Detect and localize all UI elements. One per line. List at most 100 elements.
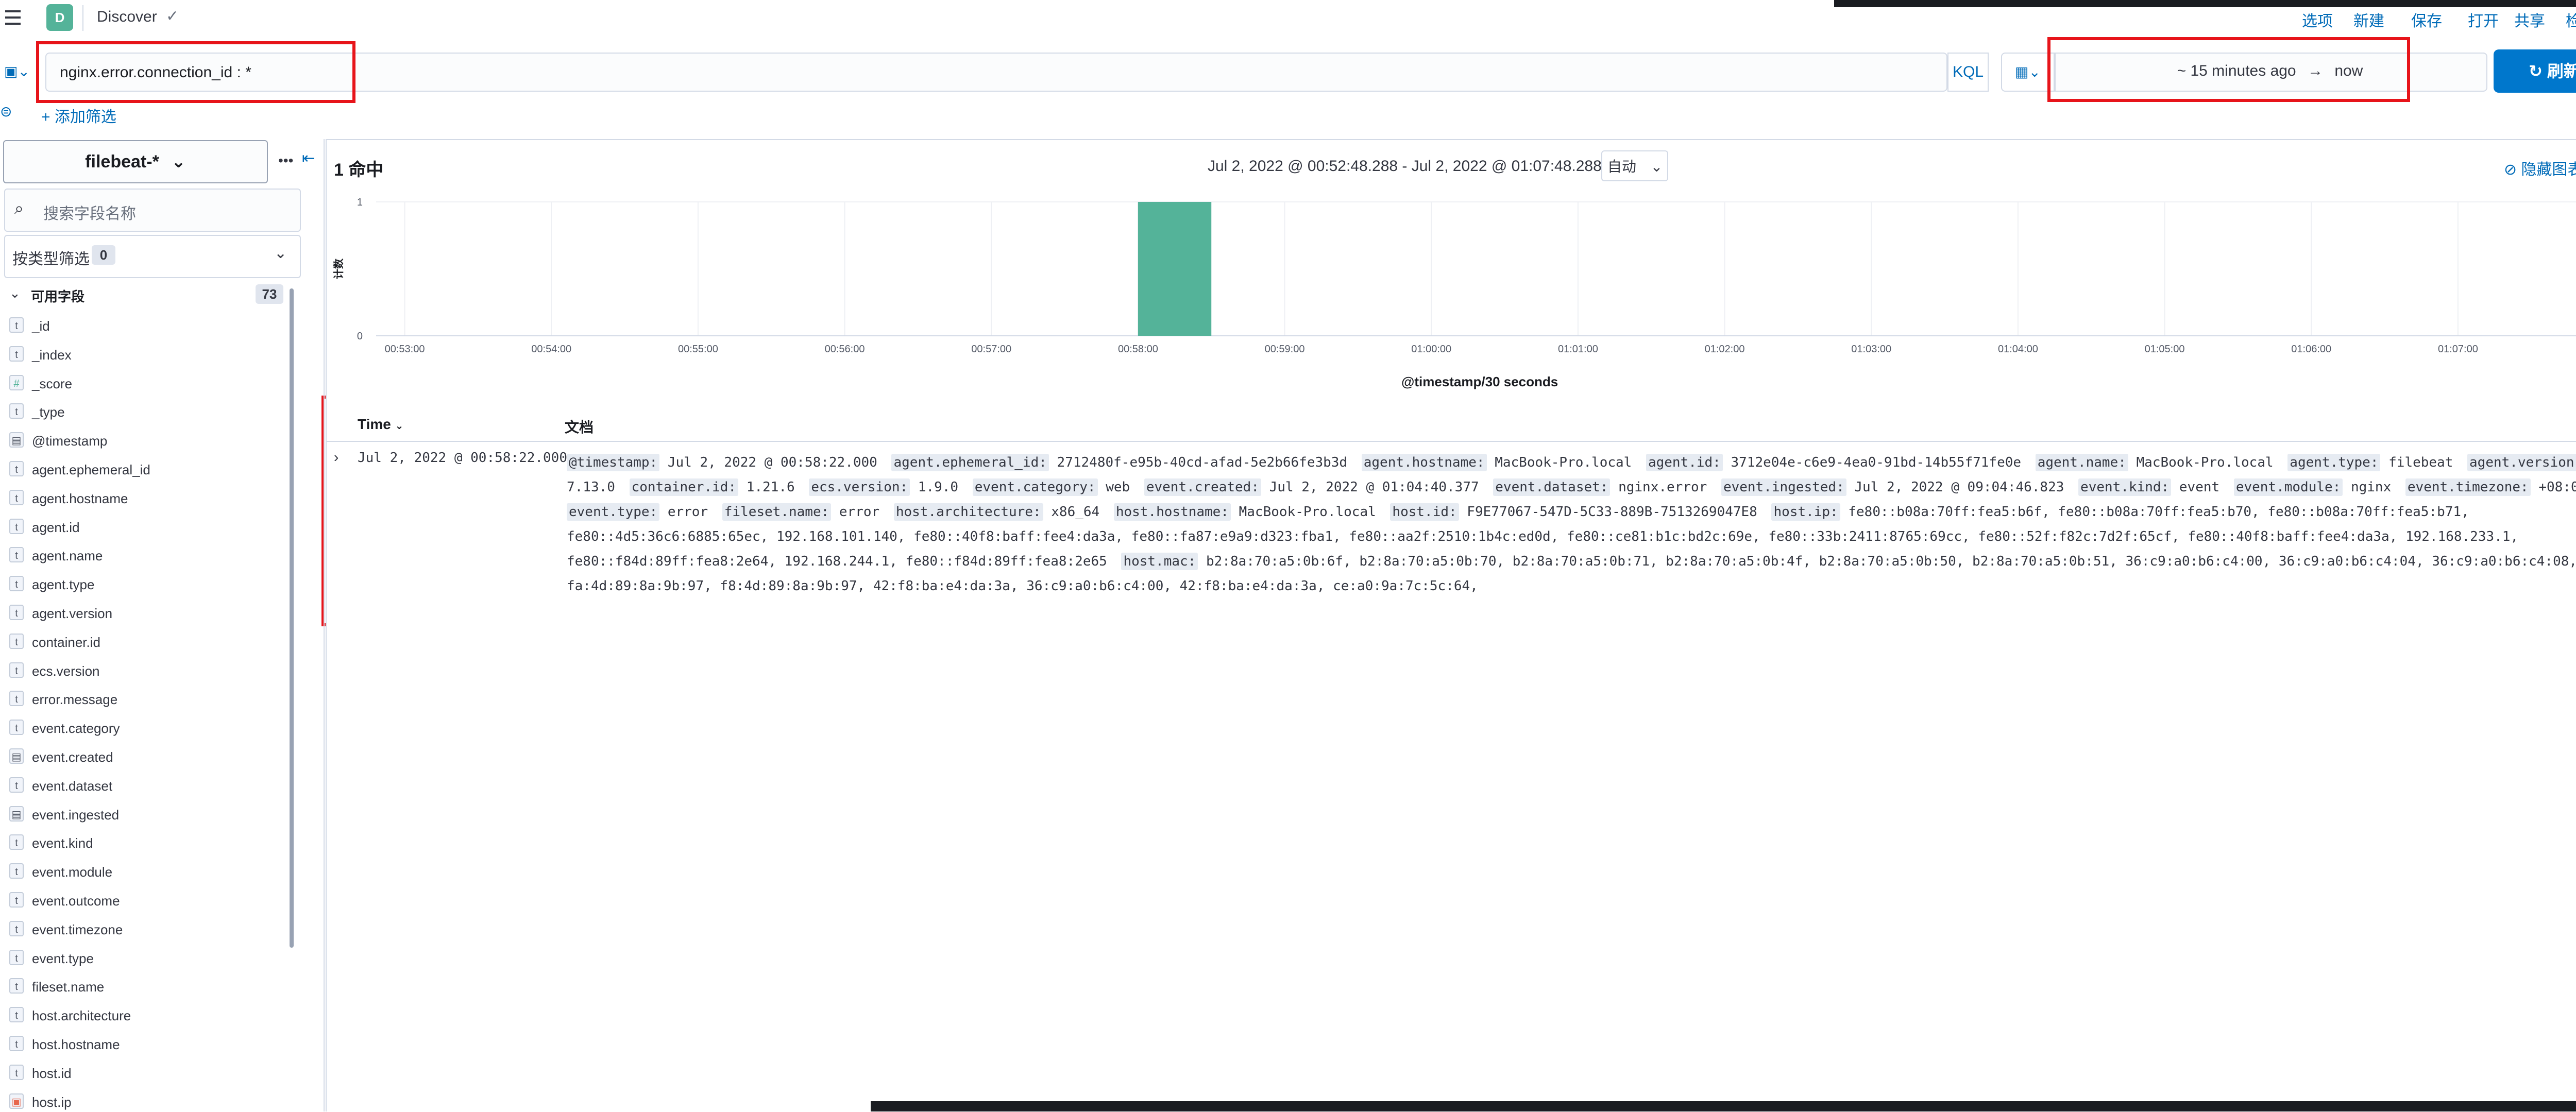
expand-row-icon[interactable]: › [334, 449, 338, 466]
field-item[interactable]: t agent.hostname [9, 488, 277, 508]
inspect-link[interactable]: 检查 [2566, 8, 2576, 31]
x-tick-label: 00:59:00 [1265, 344, 1305, 355]
available-fields-label[interactable]: 可用字段 [31, 286, 84, 305]
field-item[interactable]: t _index [9, 344, 277, 365]
annotation-box-time [2047, 37, 2410, 102]
table-header-divider [326, 441, 2576, 442]
field-item[interactable]: t host.id [9, 1063, 277, 1083]
screen-edge-strip [1834, 0, 2576, 7]
sort-down-icon[interactable]: ⌄ [395, 420, 404, 432]
doc-field-value: nginx [2343, 480, 2399, 495]
field-item[interactable]: t host.architecture [9, 1005, 277, 1025]
open-link[interactable]: 打开 [2468, 8, 2499, 31]
saved-query-icon[interactable]: ▣⌄ [4, 63, 30, 80]
chevron-down-icon[interactable]: ⌄ [274, 244, 287, 262]
field-type-icon: t [9, 1064, 24, 1080]
field-item[interactable]: t _id [9, 315, 277, 336]
field-item[interactable]: ▤ event.created [9, 746, 277, 767]
x-tick-label: 00:53:00 [385, 344, 425, 355]
doc-field-key: agent.id: [1646, 454, 1723, 471]
field-type-icon: t [9, 949, 24, 965]
doc-field-key: host.mac: [1121, 553, 1198, 570]
column-header-document: 文档 [565, 419, 594, 435]
field-item[interactable]: t agent.ephemeral_id [9, 459, 277, 480]
field-item[interactable]: ▤ @timestamp [9, 430, 277, 451]
histogram-bar [1138, 202, 1212, 336]
sidebar-scrollbar[interactable] [290, 288, 294, 948]
refresh-button[interactable]: ↻ 刷新 [2494, 49, 2576, 93]
chevron-down-icon: ⌄ [1650, 159, 1663, 175]
doc-field-value: Jul 2, 2022 @ 01:04:40.377 [1261, 480, 1487, 495]
field-item[interactable]: t event.dataset [9, 775, 277, 796]
field-item[interactable]: t agent.name [9, 545, 277, 566]
field-item[interactable]: t event.category [9, 717, 277, 738]
doc-field-value: 3712e04e-c6e9-4ea0-91bd-14b55f71fe0e [1722, 455, 2029, 470]
field-item[interactable]: t fileset.name [9, 976, 277, 997]
doc-field-key: agent.ephemeral_id: [891, 454, 1049, 471]
field-item[interactable]: t agent.type [9, 574, 277, 594]
row-timestamp: Jul 2, 2022 @ 00:58:22.000 [358, 450, 567, 466]
chevron-down-icon: ⌄ [171, 152, 186, 172]
doc-field-key: event.timezone: [2405, 478, 2531, 496]
collapse-sidebar-icon[interactable]: ⇤ [302, 149, 315, 167]
column-header-time[interactable]: Time ⌄ [358, 416, 403, 433]
field-item[interactable]: t event.type [9, 948, 277, 968]
space-avatar[interactable]: D [46, 4, 73, 31]
hamburger-menu-icon[interactable] [3, 8, 23, 28]
doc-field-value: MacBook-Pro.local [1486, 455, 1640, 470]
doc-field-value: filebeat [2380, 455, 2462, 470]
field-item[interactable]: t container.id [9, 631, 277, 652]
doc-field-key: event.dataset: [1493, 478, 1611, 496]
field-name: host.id [32, 1065, 72, 1081]
field-type-icon: t [9, 633, 24, 649]
more-options-icon[interactable]: ••• [278, 152, 293, 169]
field-item[interactable]: t event.module [9, 861, 277, 882]
search-icon: ⌕ [14, 199, 24, 217]
options-link[interactable]: 选项 [2302, 8, 2333, 31]
share-link[interactable]: 共享 [2514, 8, 2545, 31]
doc-field-value: F9E77067-547D-5C33-889B-7513269047E8 [1459, 504, 1766, 520]
type-filter-count-badge: 0 [92, 245, 115, 265]
calendar-icon[interactable]: ▦⌄ [2001, 53, 2055, 92]
field-item[interactable]: ▣ host.ip [9, 1091, 277, 1112]
doc-field-value: MacBook-Pro.local [1231, 504, 1384, 520]
index-pattern-selector[interactable]: filebeat-* ⌄ [3, 140, 268, 183]
field-item[interactable]: ▤ event.ingested [9, 804, 277, 825]
field-name: event.created [32, 749, 113, 765]
field-item[interactable]: t error.message [9, 689, 277, 709]
doc-field-key: agent.name: [2035, 454, 2128, 471]
field-item[interactable]: t event.kind [9, 832, 277, 853]
field-name: _score [32, 375, 73, 391]
hide-chart-button[interactable]: ⊘ 隐藏图表 [2504, 157, 2576, 179]
doc-field-value: 7.13.0 [567, 480, 623, 495]
field-item[interactable]: t _type [9, 401, 277, 422]
field-item[interactable]: t event.outcome [9, 890, 277, 911]
x-tick-label: 01:05:00 [2145, 344, 2185, 355]
field-name: _id [32, 318, 50, 334]
doc-field-key: event.kind: [2078, 478, 2172, 496]
field-item[interactable]: t agent.id [9, 517, 277, 537]
doc-field-key: fileset.name: [722, 503, 832, 521]
field-item[interactable]: t ecs.version [9, 660, 277, 681]
field-item[interactable]: t host.hostname [9, 1034, 277, 1054]
chevron-down-icon[interactable]: ⌄ [9, 285, 21, 301]
field-item[interactable]: t event.timezone [9, 919, 277, 939]
type-filter-label[interactable]: 按类型筛选 [12, 246, 90, 269]
interval-select[interactable]: 自动 ⌄ [1601, 150, 1668, 181]
field-search-placeholder[interactable]: 搜索字段名称 [43, 201, 136, 224]
new-link[interactable]: 新建 [2353, 8, 2384, 31]
available-fields-count: 73 [256, 284, 283, 304]
add-filter-link[interactable]: + 添加筛选 [41, 104, 116, 127]
histogram-time-range: Jul 2, 2022 @ 00:52:48.288 - Jul 2, 2022… [1208, 158, 1602, 175]
save-link[interactable]: 保存 [2411, 8, 2442, 31]
doc-field-value: 2712480f-e95b-40cd-afad-5e2b66fe3b3d [1048, 455, 1355, 470]
field-item[interactable]: t agent.version [9, 603, 277, 623]
field-type-icon: t [9, 518, 24, 534]
doc-field-key: agent.hostname: [1361, 454, 1487, 471]
kql-language-button[interactable]: KQL [1947, 53, 1989, 92]
x-tick-label: 00:56:00 [825, 344, 865, 355]
field-item[interactable]: # _score [9, 373, 277, 394]
doc-field-key: host.hostname: [1113, 503, 1231, 521]
field-type-icon: t [9, 605, 24, 620]
filter-icon[interactable]: ⊜ [0, 103, 12, 120]
